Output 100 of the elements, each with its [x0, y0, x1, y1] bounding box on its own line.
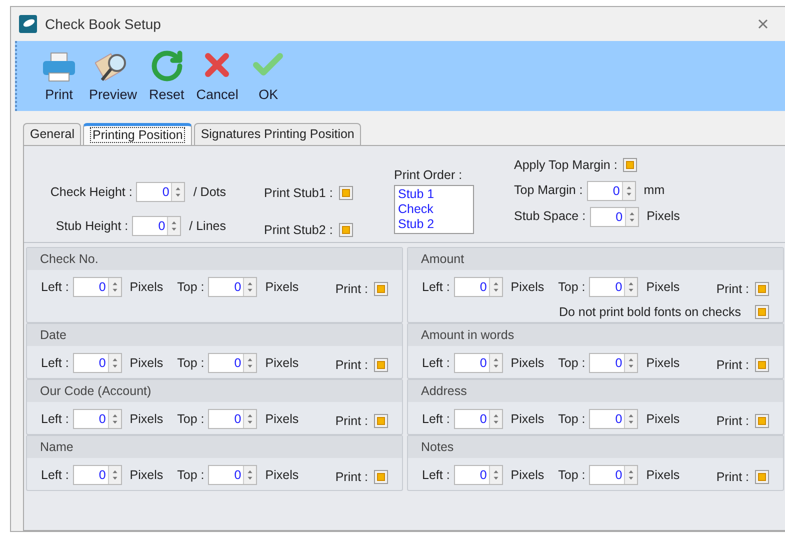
spin-arrows-icon[interactable]	[243, 354, 256, 372]
spin-arrows-icon[interactable]	[108, 354, 121, 372]
field-value: 0	[98, 411, 107, 428]
section-header: Amount in words	[408, 324, 783, 346]
tab[interactable]: Signatures Printing Position	[194, 123, 362, 145]
spin-field[interactable]: 0	[72, 465, 122, 486]
tab[interactable]: General	[23, 123, 82, 145]
spin-field[interactable]: 0	[72, 353, 122, 374]
field-label: Stub Height :	[56, 218, 128, 235]
spin-arrows-icon[interactable]	[488, 278, 502, 296]
checkbox[interactable]	[374, 282, 388, 296]
checkbox[interactable]	[338, 186, 353, 200]
spin-field[interactable]: 0	[454, 409, 503, 430]
tab[interactable]: Printing Position	[83, 123, 192, 145]
checkbox[interactable]	[374, 414, 388, 428]
field-label: Check Height :	[50, 184, 132, 201]
field-label: Top :	[177, 279, 204, 296]
list-item[interactable]: Check	[398, 202, 470, 217]
print-label: Print :	[335, 469, 368, 486]
spin-arrows-icon[interactable]	[108, 278, 121, 296]
spin-field[interactable]: 0	[132, 216, 182, 236]
unit-label: / Lines	[189, 218, 226, 235]
spin-field[interactable]: 0	[589, 465, 638, 486]
spin-field[interactable]: 0	[589, 277, 638, 298]
section-header: Date	[27, 324, 402, 346]
spin-arrows-icon[interactable]	[624, 278, 638, 296]
toolbar-button[interactable]: Cancel	[194, 46, 240, 105]
spin-field[interactable]: 0	[208, 353, 258, 374]
spin-field[interactable]: 0	[454, 277, 503, 298]
unit-label: Pixels	[510, 411, 544, 428]
spin-arrows-icon[interactable]	[171, 183, 184, 201]
field-value: 0	[478, 411, 488, 428]
field-label: Left :	[422, 467, 450, 484]
spin-field[interactable]: 0	[454, 353, 503, 374]
field-label: Top :	[558, 279, 586, 296]
unit-label: / Dots	[193, 184, 226, 201]
spin-field[interactable]: 0	[136, 182, 186, 202]
spin-arrows-icon[interactable]	[488, 466, 502, 484]
unit-label: Pixels	[510, 355, 544, 372]
spin-arrows-icon[interactable]	[488, 354, 502, 372]
toolbar-button[interactable]: Preview	[87, 50, 140, 105]
checkbox[interactable]	[623, 158, 638, 172]
list-item[interactable]: Stub 2	[398, 216, 470, 232]
spin-field[interactable]: 0	[208, 277, 258, 298]
checkbox[interactable]	[374, 358, 388, 372]
spin-field[interactable]: 0	[454, 465, 503, 486]
checkbox[interactable]	[755, 414, 769, 428]
toolbar-button[interactable]: Reset	[147, 48, 186, 105]
field-label: Top :	[177, 411, 204, 428]
spin-arrows-icon[interactable]	[243, 410, 256, 428]
spin-arrows-icon[interactable]	[624, 354, 638, 372]
spin-arrows-icon[interactable]	[243, 278, 256, 296]
spin-field[interactable]: 0	[208, 409, 258, 430]
spin-arrows-icon[interactable]	[108, 410, 121, 428]
spin-field[interactable]: 0	[72, 409, 122, 430]
spin-arrows-icon[interactable]	[108, 466, 121, 484]
field-label: Left :	[41, 355, 69, 372]
section-header: Address	[408, 380, 783, 402]
close-icon[interactable]	[757, 18, 769, 30]
spin-field[interactable]: 0	[589, 409, 638, 430]
checkbox[interactable]	[338, 223, 353, 238]
print-label: Print :	[716, 281, 749, 298]
unit-label: Pixels	[130, 279, 164, 296]
field-value: 0	[98, 355, 107, 372]
checkbox[interactable]	[755, 305, 769, 320]
field-value: 0	[614, 208, 624, 226]
option-label: Apply Top Margin :	[514, 157, 618, 174]
option-label: Print Stub2 :	[264, 222, 333, 239]
spin-arrows-icon[interactable]	[624, 410, 638, 428]
unit-label: Pixels	[130, 355, 164, 372]
field-value: 0	[614, 411, 624, 428]
unit-label: Pixels	[130, 411, 164, 428]
print-label: Print :	[716, 469, 749, 486]
spin-arrows-icon[interactable]	[622, 182, 635, 200]
field-value: 0	[233, 355, 242, 372]
field-value: 0	[614, 355, 624, 372]
field-label: Left :	[41, 467, 69, 484]
spin-arrows-icon[interactable]	[243, 466, 256, 484]
spin-arrows-icon[interactable]	[167, 217, 180, 235]
field-label: Left :	[422, 279, 450, 296]
checkbox[interactable]	[755, 358, 769, 372]
toolbar-button[interactable]: Print	[39, 50, 79, 105]
list-item[interactable]: Stub 1	[398, 186, 470, 202]
toolbar-button[interactable]: OK	[248, 46, 288, 105]
checkbox[interactable]	[374, 470, 388, 484]
spin-field[interactable]: 0	[589, 353, 638, 374]
spin-field[interactable]: 0	[586, 180, 636, 201]
field-label: Stub Space :	[514, 208, 586, 226]
printer-icon	[41, 50, 77, 83]
field-value: 0	[478, 355, 488, 372]
unit-label: Pixels	[265, 411, 299, 428]
field-label: Top :	[177, 355, 204, 372]
spin-field[interactable]: 0	[72, 277, 122, 298]
spin-arrows-icon[interactable]	[624, 208, 638, 226]
checkbox[interactable]	[755, 470, 769, 484]
checkbox[interactable]	[755, 282, 769, 296]
spin-field[interactable]: 0	[590, 206, 639, 227]
spin-arrows-icon[interactable]	[488, 410, 502, 428]
spin-arrows-icon[interactable]	[624, 466, 638, 484]
spin-field[interactable]: 0	[208, 465, 258, 486]
